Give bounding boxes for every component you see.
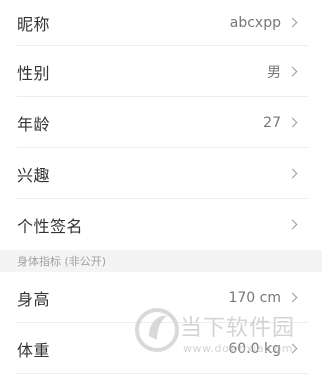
profile-settings-list: 昵称 abcxpp 性别 男 年龄 27 兴趣 个性签名 身体指标 (非公开) … (0, 0, 322, 374)
chevron-right-icon (287, 219, 298, 229)
chevron-right-icon (287, 17, 298, 28)
gender-right: 男 (267, 62, 298, 82)
weight-value: 60.0 kg (228, 340, 281, 357)
age-label: 年龄 (17, 114, 51, 134)
nickname-value: abcxpp (229, 15, 281, 31)
chevron-right-icon (287, 343, 298, 353)
interests-row[interactable]: 兴趣 (0, 148, 322, 199)
interests-label: 兴趣 (17, 165, 51, 185)
signature-right (281, 219, 298, 229)
nickname-right: abcxpp (229, 15, 298, 31)
chevron-right-icon (287, 117, 298, 127)
chevron-right-icon (287, 168, 298, 178)
height-label: 身高 (17, 289, 51, 309)
height-value: 170 cm (228, 289, 281, 306)
age-value: 27 (263, 114, 281, 131)
interests-right (281, 168, 298, 178)
gender-row[interactable]: 性别 男 (0, 46, 322, 97)
age-right: 27 (263, 114, 298, 131)
height-right: 170 cm (228, 289, 298, 306)
weight-label: 体重 (17, 340, 51, 360)
chevron-right-icon (287, 66, 298, 76)
gender-value: 男 (267, 64, 281, 81)
chevron-right-icon (287, 292, 298, 302)
signature-label: 个性签名 (17, 216, 84, 236)
age-row[interactable]: 年龄 27 (0, 97, 322, 148)
nickname-label: 昵称 (17, 15, 51, 34)
weight-right: 60.0 kg (228, 340, 298, 357)
weight-row[interactable]: 体重 60.0 kg (0, 323, 322, 374)
nickname-row[interactable]: 昵称 abcxpp (0, 0, 322, 46)
height-row[interactable]: 身高 170 cm (0, 272, 322, 323)
gender-label: 性别 (17, 63, 51, 83)
signature-row[interactable]: 个性签名 (0, 199, 322, 250)
body-metrics-section-header: 身体指标 (非公开) (0, 250, 322, 272)
